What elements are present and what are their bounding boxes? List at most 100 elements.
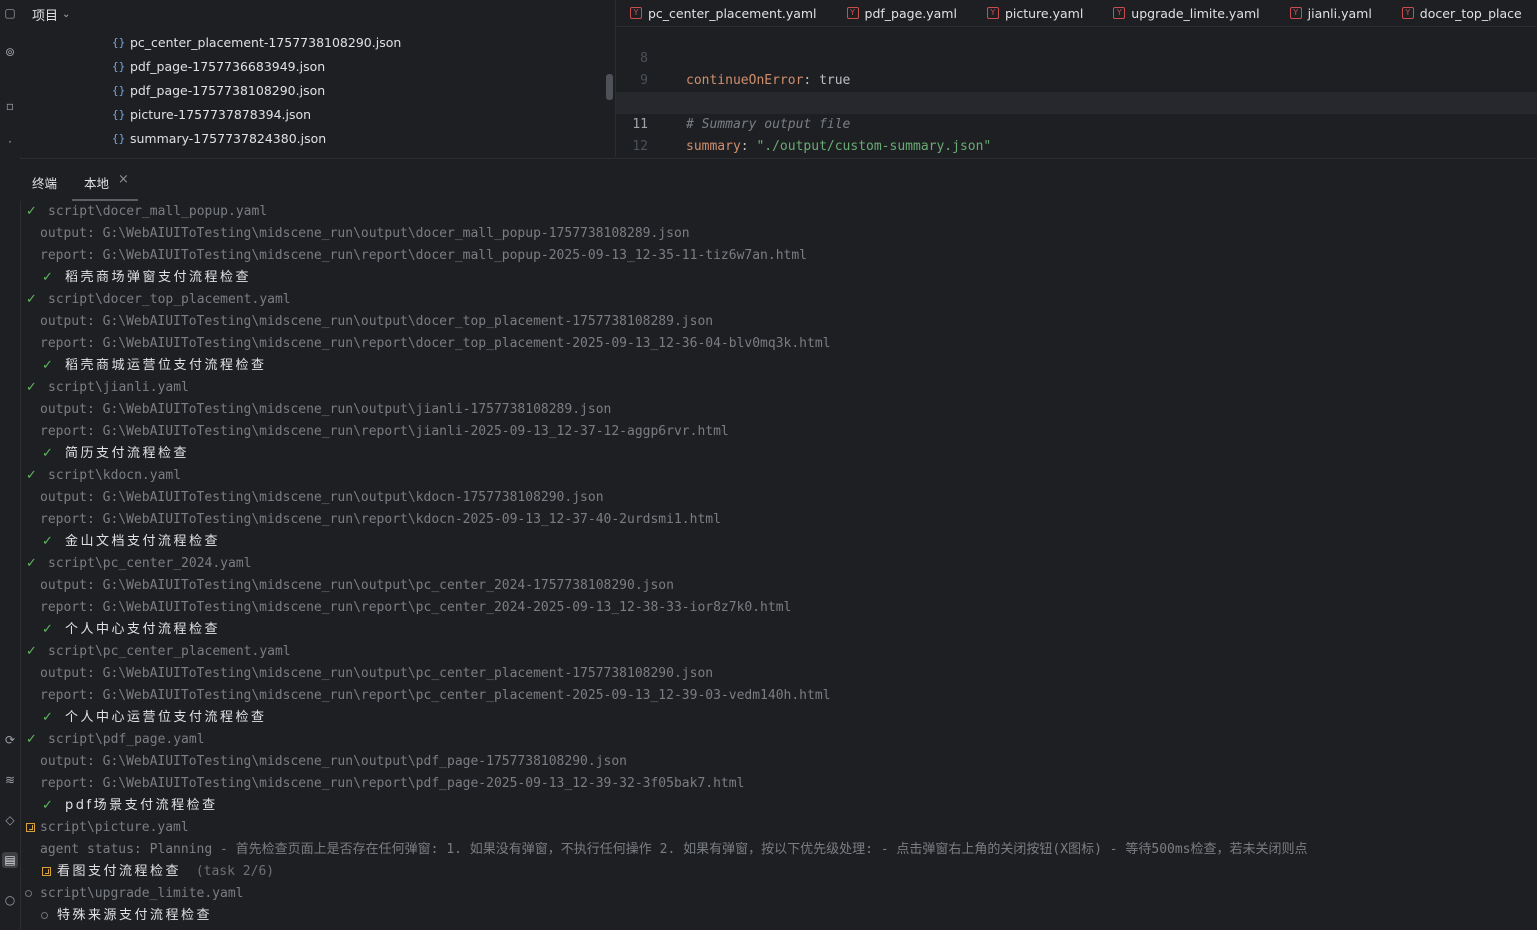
check-icon: ✓ [42, 798, 53, 813]
output-path: output: G:\WebAIUIToTesting\midscene_run… [40, 578, 674, 593]
editor-tab[interactable]: Ypdf_page.yaml [833, 0, 973, 26]
check-icon: ✓ [26, 732, 37, 747]
terminal-line: report: G:\WebAIUIToTesting\midscene_run… [20, 421, 1537, 443]
terminal-line: ✓ 稻壳商场弹窗支付流程检查 [20, 267, 1537, 289]
code-line-current: 11 summary: "./output/custom-summary.jso… [616, 92, 1537, 154]
output-path: report: G:\WebAIUIToTesting\midscene_run… [40, 512, 721, 527]
scrollbar-thumb[interactable] [606, 74, 613, 100]
code-line: 12 [616, 114, 1537, 154]
output-path: report: G:\WebAIUIToTesting\midscene_run… [40, 336, 831, 351]
editor-tab[interactable]: Ypicture.yaml [973, 0, 1099, 26]
code-line: 8 continueOnError: true [616, 26, 1537, 88]
file-name: pc_center_placement-1757738108290.json [130, 34, 402, 50]
agent-status: agent status: Planning - 首先检查页面上是否存在任何弹窗… [40, 842, 1308, 857]
file-item[interactable]: {} summary-1757737824380.json [112, 128, 326, 148]
terminal-line: output: G:\WebAIUIToTesting\midscene_run… [20, 311, 1537, 333]
file-name: pdf_page-1757738108290.json [130, 82, 326, 98]
editor-tabs: Ypc_center_placement.yaml Ypdf_page.yaml… [616, 0, 1537, 27]
services-icon[interactable]: ◇ [2, 812, 18, 828]
output-path: output: G:\WebAIUIToTesting\midscene_run… [40, 666, 714, 681]
tab-label: pdf_page.yaml [864, 5, 957, 21]
script-path: script\kdocn.yaml [48, 468, 182, 483]
folder-icon[interactable]: ▢ [2, 5, 18, 21]
terminal-line: agent status: Planning - 首先检查页面上是否存在任何弹窗… [20, 839, 1537, 861]
script-path: script\picture.yaml [40, 820, 189, 835]
step-label: 个人中心运营位支付流程检查 [65, 710, 267, 725]
step-label: pdf场景支付流程检查 [65, 798, 218, 813]
terminal-line: ✓ script\docer_top_placement.yaml [20, 289, 1537, 311]
terminal-line: ✓ 个人中心支付流程检查 [20, 619, 1537, 641]
terminal-line: 看图支付流程检查 (task 2/6) [20, 861, 1537, 883]
step-label: 简历支付流程检查 [65, 446, 190, 461]
code-area[interactable]: 8 continueOnError: true 9 10 # Summary o… [616, 26, 1537, 154]
project-title: 项目 [32, 8, 59, 24]
project-header[interactable]: 项目 ⌄ [32, 5, 71, 24]
tab-label: docer_top_place [1419, 5, 1522, 21]
tab-label: jianli.yaml [1307, 5, 1372, 21]
terminal-line: ✓ 简历支付流程检查 [20, 443, 1537, 465]
terminal-line: ✓ script\jianli.yaml [20, 377, 1537, 399]
terminal-line: script\picture.yaml [20, 817, 1537, 839]
script-path: script\docer_mall_popup.yaml [48, 204, 268, 219]
terminal-icon[interactable]: ▤ [2, 852, 18, 868]
terminal-line: 特殊来源支付流程检查 [20, 905, 1537, 927]
output-path: output: G:\WebAIUIToTesting\midscene_run… [40, 402, 612, 417]
output-path: report: G:\WebAIUIToTesting\midscene_run… [40, 688, 831, 703]
check-icon: ✓ [42, 446, 53, 461]
run-icon[interactable]: ⊚ [2, 44, 18, 60]
tab-terminal[interactable]: 终端 [32, 173, 57, 192]
yaml-file-icon: Y [846, 7, 859, 19]
yaml-file-icon: Y [986, 7, 999, 19]
check-icon: ✓ [42, 270, 53, 285]
more-icon[interactable]: · [2, 134, 18, 150]
python-icon[interactable]: ⟳ [2, 732, 18, 748]
tab-label: pc_center_placement.yaml [648, 5, 817, 21]
yaml-sep: : [740, 139, 757, 154]
script-path: script\pc_center_placement.yaml [48, 644, 291, 659]
check-icon: ✓ [42, 710, 53, 725]
terminal-line: ✓ script\docer_mall_popup.yaml [20, 201, 1537, 223]
tab-local[interactable]: 本地 [84, 173, 109, 192]
check-icon: ✓ [42, 622, 53, 637]
problems-icon[interactable]: ○ [2, 892, 18, 908]
terminal-line: report: G:\WebAIUIToTesting\midscene_run… [20, 333, 1537, 355]
editor-tab[interactable]: Ypc_center_placement.yaml [616, 0, 833, 26]
file-name: pdf_page-1757736683949.json [130, 58, 326, 74]
terminal-line: report: G:\WebAIUIToTesting\midscene_run… [20, 597, 1537, 619]
script-path: script\jianli.yaml [48, 380, 189, 395]
step-label: 个人中心支付流程检查 [65, 622, 221, 637]
file-name: summary-1757737824380.json [130, 130, 327, 146]
yaml-string: "./output/custom-summary.json" [756, 139, 992, 154]
terminal-line: report: G:\WebAIUIToTesting\midscene_run… [20, 245, 1537, 267]
task-progress: (task 2/6) [188, 864, 275, 879]
yaml-file-icon: Y [1113, 7, 1126, 19]
activity-bar: ▢ ⊚ ▫ · ⟳ ≋ ◇ ▤ ○ [0, 0, 21, 930]
editor-tab[interactable]: Yjianli.yaml [1276, 0, 1388, 26]
check-icon: ✓ [26, 380, 37, 395]
code-line: 10 # Summary output file [616, 70, 1537, 132]
file-item[interactable]: {} pc_center_placement-1757738108290.jso… [112, 32, 401, 52]
terminal-line: report: G:\WebAIUIToTesting\midscene_run… [20, 773, 1537, 795]
file-item[interactable]: {} picture-1757737878394.json [112, 104, 311, 124]
step-label: 稻壳商场弹窗支付流程检查 [65, 270, 252, 285]
file-item[interactable]: {} pdf_page-1757736683949.json [112, 56, 325, 76]
terminal-line: ✓ script\kdocn.yaml [20, 465, 1537, 487]
terminal-line: ✓ script\pc_center_placement.yaml [20, 641, 1537, 663]
output-path: output: G:\WebAIUIToTesting\midscene_run… [40, 490, 604, 505]
chevron-down-icon: ⌄ [62, 8, 71, 20]
terminal-line: ✓ pdf场景支付流程检查 [20, 795, 1537, 817]
editor-tab[interactable]: Yupgrade_limite.yaml [1099, 0, 1275, 26]
terminal-output[interactable]: ✓ script\docer_mall_popup.yaml output: G:\… [20, 201, 1537, 930]
step-label: 金山文档支付流程检查 [65, 534, 221, 549]
editor-tab[interactable]: Ydocer_top_place [1388, 0, 1537, 26]
terminal-line: ✓ 个人中心运营位支付流程检查 [20, 707, 1537, 729]
structure-icon[interactable]: ▫ [2, 98, 18, 114]
close-icon[interactable]: × [118, 172, 129, 187]
layers-icon[interactable]: ≋ [2, 772, 18, 788]
file-item[interactable]: {} pdf_page-1757738108290.json [112, 80, 325, 100]
terminal-line: ✓ script\pc_center_2024.yaml [20, 553, 1537, 575]
terminal-line: output: G:\WebAIUIToTesting\midscene_run… [20, 487, 1537, 509]
tab-label: upgrade_limite.yaml [1131, 5, 1260, 21]
terminal-line: output: G:\WebAIUIToTesting\midscene_run… [20, 223, 1537, 245]
terminal-line: output: G:\WebAIUIToTesting\midscene_run… [20, 399, 1537, 421]
